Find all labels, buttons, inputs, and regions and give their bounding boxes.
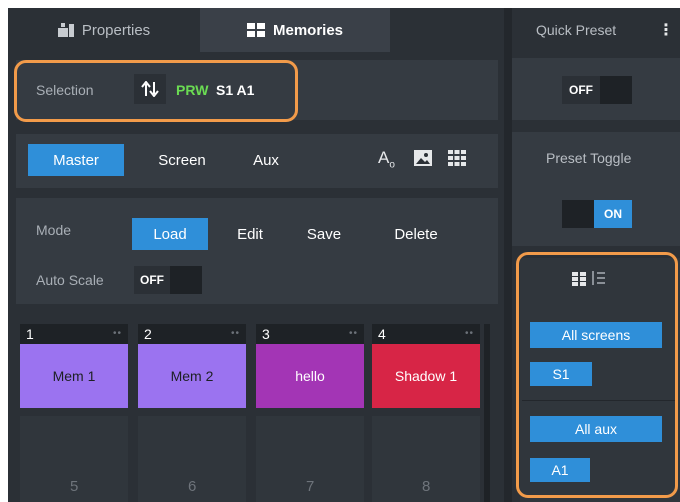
tab-screen[interactable]: Screen — [138, 144, 226, 176]
all-screens-label: All screens — [561, 327, 631, 343]
tab-memories-label: Memories — [272, 21, 344, 39]
prw-label: PRW — [176, 82, 209, 98]
filter-divider — [522, 400, 678, 401]
memory-name: Shadow 1 — [394, 368, 458, 384]
tab-screen-label: Screen — [158, 151, 206, 169]
aux-chip-a1[interactable]: A1 — [530, 458, 590, 482]
memory-cell-4[interactable]: 4 •• Shadow 1 — [372, 324, 480, 408]
toggle-track — [562, 200, 594, 228]
tab-memories[interactable]: Memories — [200, 8, 390, 52]
link-icon: •• — [230, 328, 240, 339]
all-aux-button[interactable]: All aux — [530, 416, 662, 442]
column-divider — [504, 8, 512, 502]
all-screens-button[interactable]: All screens — [530, 322, 662, 348]
memory-number: 4 — [378, 326, 386, 342]
tab-aux[interactable]: Aux — [230, 144, 302, 176]
mode-edit-button[interactable]: Edit — [222, 218, 278, 250]
grid-icon — [246, 23, 265, 37]
swap-arrows-icon[interactable] — [134, 74, 166, 104]
slot-number: 5 — [70, 478, 79, 495]
grid-scrollbar[interactable] — [484, 324, 490, 502]
tab-master[interactable]: Master — [28, 144, 124, 176]
screen-chip-label: S1 — [552, 366, 570, 382]
auto-scale-toggle[interactable]: OFF — [134, 266, 202, 294]
app-window: Properties Memories Selection PRW S1 A1 … — [8, 8, 680, 502]
link-icon: •• — [348, 328, 358, 339]
preset-toggle-state: ON — [594, 200, 632, 228]
aux-chip-label: A1 — [551, 462, 569, 478]
memory-number: 1 — [26, 326, 34, 342]
selection-value: S1 A1 — [216, 82, 255, 98]
slot-number: 6 — [188, 478, 197, 495]
auto-scale-state: OFF — [134, 266, 170, 294]
memory-name: Mem 2 — [170, 368, 214, 384]
selection-panel: Selection PRW S1 A1 — [16, 60, 498, 120]
sort-list-icon[interactable] — [590, 270, 606, 291]
quick-preset-state: OFF — [562, 76, 600, 104]
vertical-dots-icon[interactable]: ⋮ — [658, 20, 674, 40]
selection-label: Selection — [36, 82, 94, 98]
memory-cell-1[interactable]: 1 •• Mem 1 — [20, 324, 128, 408]
quick-preset-title: Quick Preset — [536, 22, 617, 38]
mode-edit-label: Edit — [237, 225, 263, 243]
all-aux-label: All aux — [574, 421, 618, 437]
mode-load-button[interactable]: Load — [132, 218, 208, 250]
mode-load-label: Load — [153, 225, 187, 243]
mode-save-label: Save — [306, 225, 342, 243]
mode-label: Mode — [36, 222, 72, 238]
memory-name: hello — [295, 368, 325, 384]
preset-toggle-label: Preset Toggle — [546, 150, 632, 166]
auto-scale-label: Auto Scale — [36, 272, 104, 288]
properties-icon — [57, 23, 74, 37]
tab-aux-label: Aux — [253, 151, 279, 169]
memory-cell-2[interactable]: 2 •• Mem 2 — [138, 324, 246, 408]
memory-name: Mem 1 — [52, 368, 96, 384]
tab-properties-label: Properties — [81, 21, 151, 39]
text-size-icon[interactable]: Ao — [378, 148, 395, 170]
slot-number: 8 — [422, 478, 431, 495]
grid-view-tool-icon[interactable] — [448, 150, 466, 171]
preset-toggle-switch[interactable]: ON — [562, 200, 632, 228]
tab-master-label: Master — [53, 151, 99, 169]
slot-number: 7 — [306, 478, 315, 495]
grid-view-icon[interactable] — [572, 272, 586, 291]
memory-number: 2 — [144, 326, 152, 342]
image-icon[interactable] — [414, 150, 432, 171]
mode-save-button[interactable]: Save — [290, 218, 358, 250]
link-icon: •• — [112, 328, 122, 339]
mode-delete-button[interactable]: Delete — [370, 218, 462, 250]
mode-panel — [16, 198, 498, 304]
memory-number: 3 — [262, 326, 270, 342]
memory-cell-3[interactable]: 3 •• hello — [256, 324, 364, 408]
mode-delete-label: Delete — [394, 225, 438, 243]
quick-preset-toggle[interactable]: OFF — [562, 76, 632, 104]
screen-chip-s1[interactable]: S1 — [530, 362, 592, 386]
tab-properties[interactable]: Properties — [8, 8, 200, 52]
link-icon: •• — [464, 328, 474, 339]
